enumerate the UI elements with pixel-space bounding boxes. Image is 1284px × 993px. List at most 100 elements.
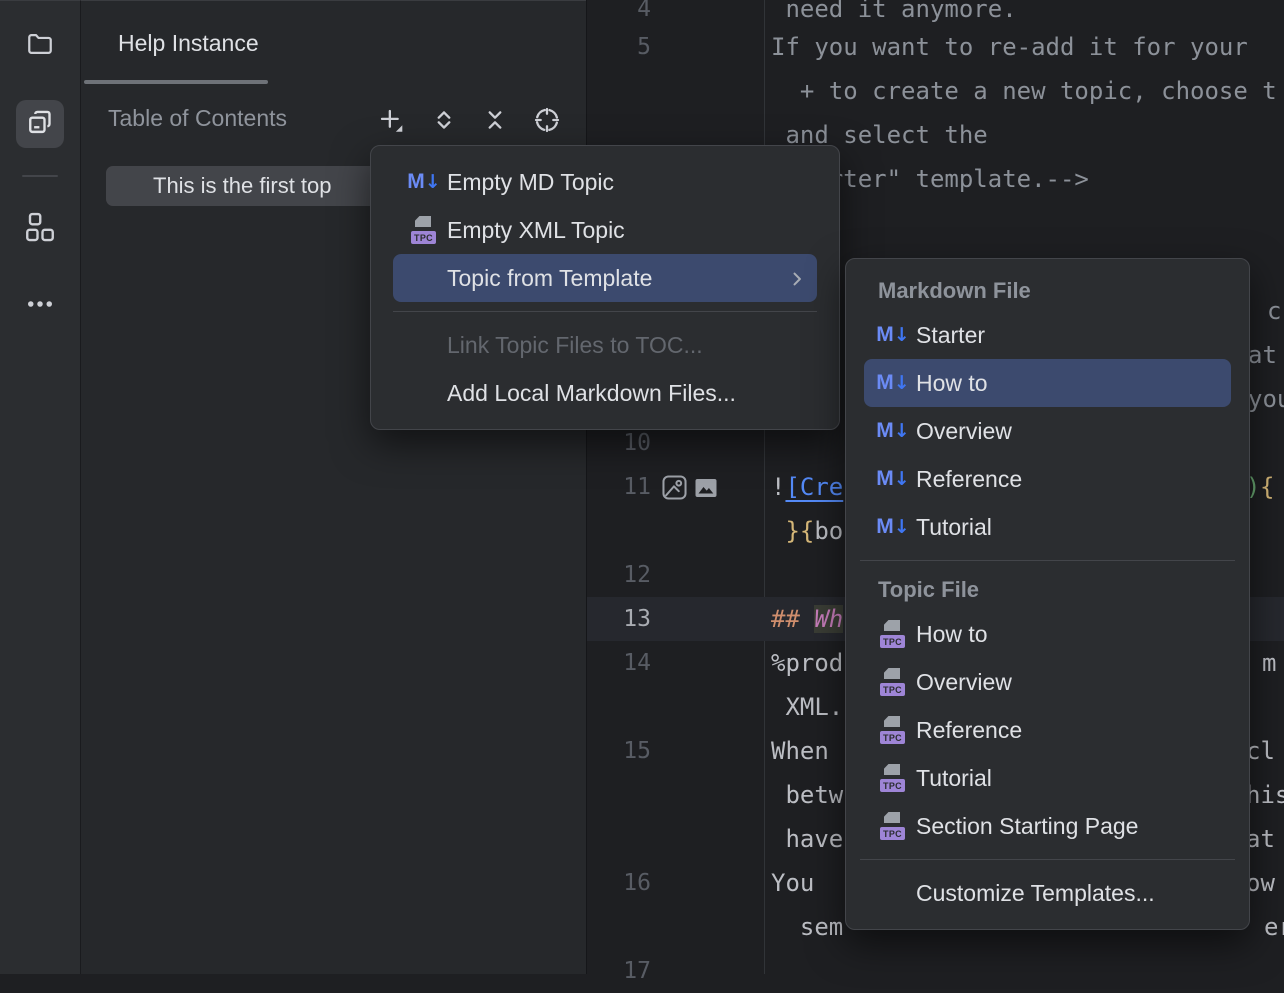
activity-bar-item-project[interactable] [16,22,64,70]
structure-icon [25,212,55,247]
editor-text-fragment: ow [1246,861,1275,905]
menu-item-label: Starter [916,322,985,349]
editor-line-text: ## Wh [771,597,843,641]
menu-item-label: Empty MD Topic [447,169,614,196]
locate-element-button[interactable] [530,105,564,139]
line-number: 13 [587,597,651,641]
topic-file-icon: TPC [878,619,908,649]
menu-item-label: Overview [916,418,1012,445]
topic-file-icon: TPC [409,215,439,245]
editor-line-text: betw [771,773,843,817]
topics-icon [25,107,55,142]
add-topic-button[interactable] [374,105,408,139]
activity-bar-divider [22,175,58,177]
menu-item-label: Overview [916,669,1012,696]
editor-line-text: ![Cre [771,465,843,509]
menu-item-topic-from-template[interactable]: Topic from Template [393,254,817,302]
editor-text-fragment: { [1260,465,1274,509]
editor-text-fragment: at [1248,333,1277,377]
icon-spacer [409,263,439,293]
add-topic-context-menu: M↓Empty MD Topic TPC Empty XML Topic Topic … [370,145,840,430]
menu-item-label: Tutorial [916,765,992,792]
menu-item-customize-templates[interactable]: Customize Templates... [864,869,1231,917]
topic-file-icon: TPC [878,715,908,745]
editor-text-fragment: you [1248,377,1284,421]
submenu-section-header-topic-file: Topic File [846,570,1249,610]
menu-item-label: Add Local Markdown Files... [447,380,736,407]
line-number: 12 [587,553,651,597]
editor-text-fragment: his [1246,773,1284,817]
markdown-file-icon: M↓ [878,416,908,446]
menu-item-label: How to [916,370,988,397]
topic-file-icon: TPC [878,811,908,841]
menu-separator [393,311,817,312]
collapse-all-icon [481,106,509,139]
editor-text-fragment: er [1264,905,1284,949]
editor-line-text: have [771,817,843,861]
menu-item-label: Topic from Template [447,265,652,292]
menu-separator [860,859,1235,860]
menu-item-label: Reference [916,466,1022,493]
editor-line-text: %prod [771,641,843,685]
menu-item-add-local-markdown-files[interactable]: Add Local Markdown Files... [393,369,817,417]
more-ellipsis-icon [25,289,55,324]
topic-file-icon: TPC [878,763,908,793]
expand-all-button[interactable] [427,105,461,139]
editor-line-text: + to create a new topic, choose t [771,69,1277,113]
editor-line-text: sem [771,905,843,949]
menu-item-tutorial[interactable]: M↓Tutorial [864,503,1231,551]
line-number: 14 [587,641,651,685]
menu-item-empty-md-topic[interactable]: M↓Empty MD Topic [393,158,817,206]
submenu-chevron-icon [787,268,807,295]
editor-text-fragment: m [1262,641,1276,685]
menu-item-starter[interactable]: M↓ Starter [864,311,1231,359]
line-number: 16 [587,861,651,905]
editor-line-text: You [771,861,814,905]
line-number: 15 [587,729,651,773]
topic-from-template-submenu: Markdown File M↓ Starter M↓ How to M↓ Overview… [845,258,1250,930]
icon-spacer [409,330,439,360]
line-number: 17 [587,949,651,993]
menu-item-label: Section Starting Page [916,813,1138,840]
icon-spacer [409,378,439,408]
menu-item-empty-xml-topic[interactable]: TPC Empty XML Topic [393,206,817,254]
plus-dropdown-icon [376,105,406,140]
markdown-file-icon: M↓ [878,512,908,542]
markdown-file-icon: M↓ [878,320,908,350]
menu-item-how-to[interactable]: M↓ How to [864,359,1231,407]
editor-line[interactable]: + to create a new topic, choose t [587,69,1284,113]
folder-icon [26,30,54,63]
editor-text-fragment: cl [1246,729,1275,773]
menu-item-section-starting-page[interactable]: TPC Section Starting Page [864,802,1231,850]
menu-item-label: Empty XML Topic [447,217,625,244]
line-number: 5 [587,25,651,69]
image-preview-icon[interactable] [694,476,718,506]
line-number: 11 [587,465,651,509]
submenu-section-header-markdown-file: Markdown File [846,271,1249,311]
menu-separator [860,560,1235,561]
menu-item-label: Link Topic Files to TOC... [447,332,703,359]
activity-bar [0,0,80,974]
menu-item-link-topic-files-to-toc: Link Topic Files to TOC... [393,321,817,369]
menu-item-how-to[interactable]: TPCHow to [864,610,1231,658]
activity-bar-item-topics[interactable] [16,100,64,148]
toc-tree-item-label: This is the first top [153,173,332,199]
activity-bar-item-structure[interactable] [16,205,64,253]
expand-all-icon [430,106,458,139]
editor-line[interactable]: 5If you want to re-add it for your [587,25,1284,69]
menu-item-reference[interactable]: TPCReference [864,706,1231,754]
editor-text-fragment: at [1246,817,1275,861]
markdown-file-icon: M↓ [878,368,908,398]
menu-item-overview[interactable]: TPCOverview [864,658,1231,706]
editor-line-text: When [771,729,829,773]
image-outline-icon[interactable] [661,474,688,507]
menu-item-tutorial[interactable]: TPC Tutorial [864,754,1231,802]
tab-help-instance[interactable]: Help Instance [81,1,361,85]
menu-item-overview[interactable]: M↓ Overview [864,407,1231,455]
editor-line-text: }{bo [771,509,843,553]
editor-line[interactable]: 17 [587,949,1284,993]
menu-item-reference[interactable]: M↓Reference [864,455,1231,503]
target-icon [533,106,561,139]
collapse-all-button[interactable] [478,105,512,139]
activity-bar-item-more[interactable] [16,282,64,330]
